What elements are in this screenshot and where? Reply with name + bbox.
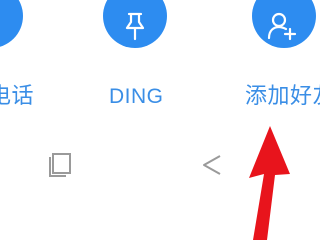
call-button[interactable] (0, 0, 23, 48)
add-friend-button[interactable] (252, 0, 316, 48)
call-label: 电话 (0, 84, 35, 109)
add-user-icon (267, 12, 297, 41)
recent-apps-icon[interactable] (47, 152, 73, 178)
ding-button[interactable] (103, 0, 167, 48)
add-friend-label: 添加好友 (245, 84, 320, 109)
action-sheet: 电话 DING 添加好友 (0, 0, 320, 240)
pin-icon (125, 12, 145, 41)
ding-label: DING (109, 85, 164, 108)
back-icon[interactable] (198, 152, 224, 178)
